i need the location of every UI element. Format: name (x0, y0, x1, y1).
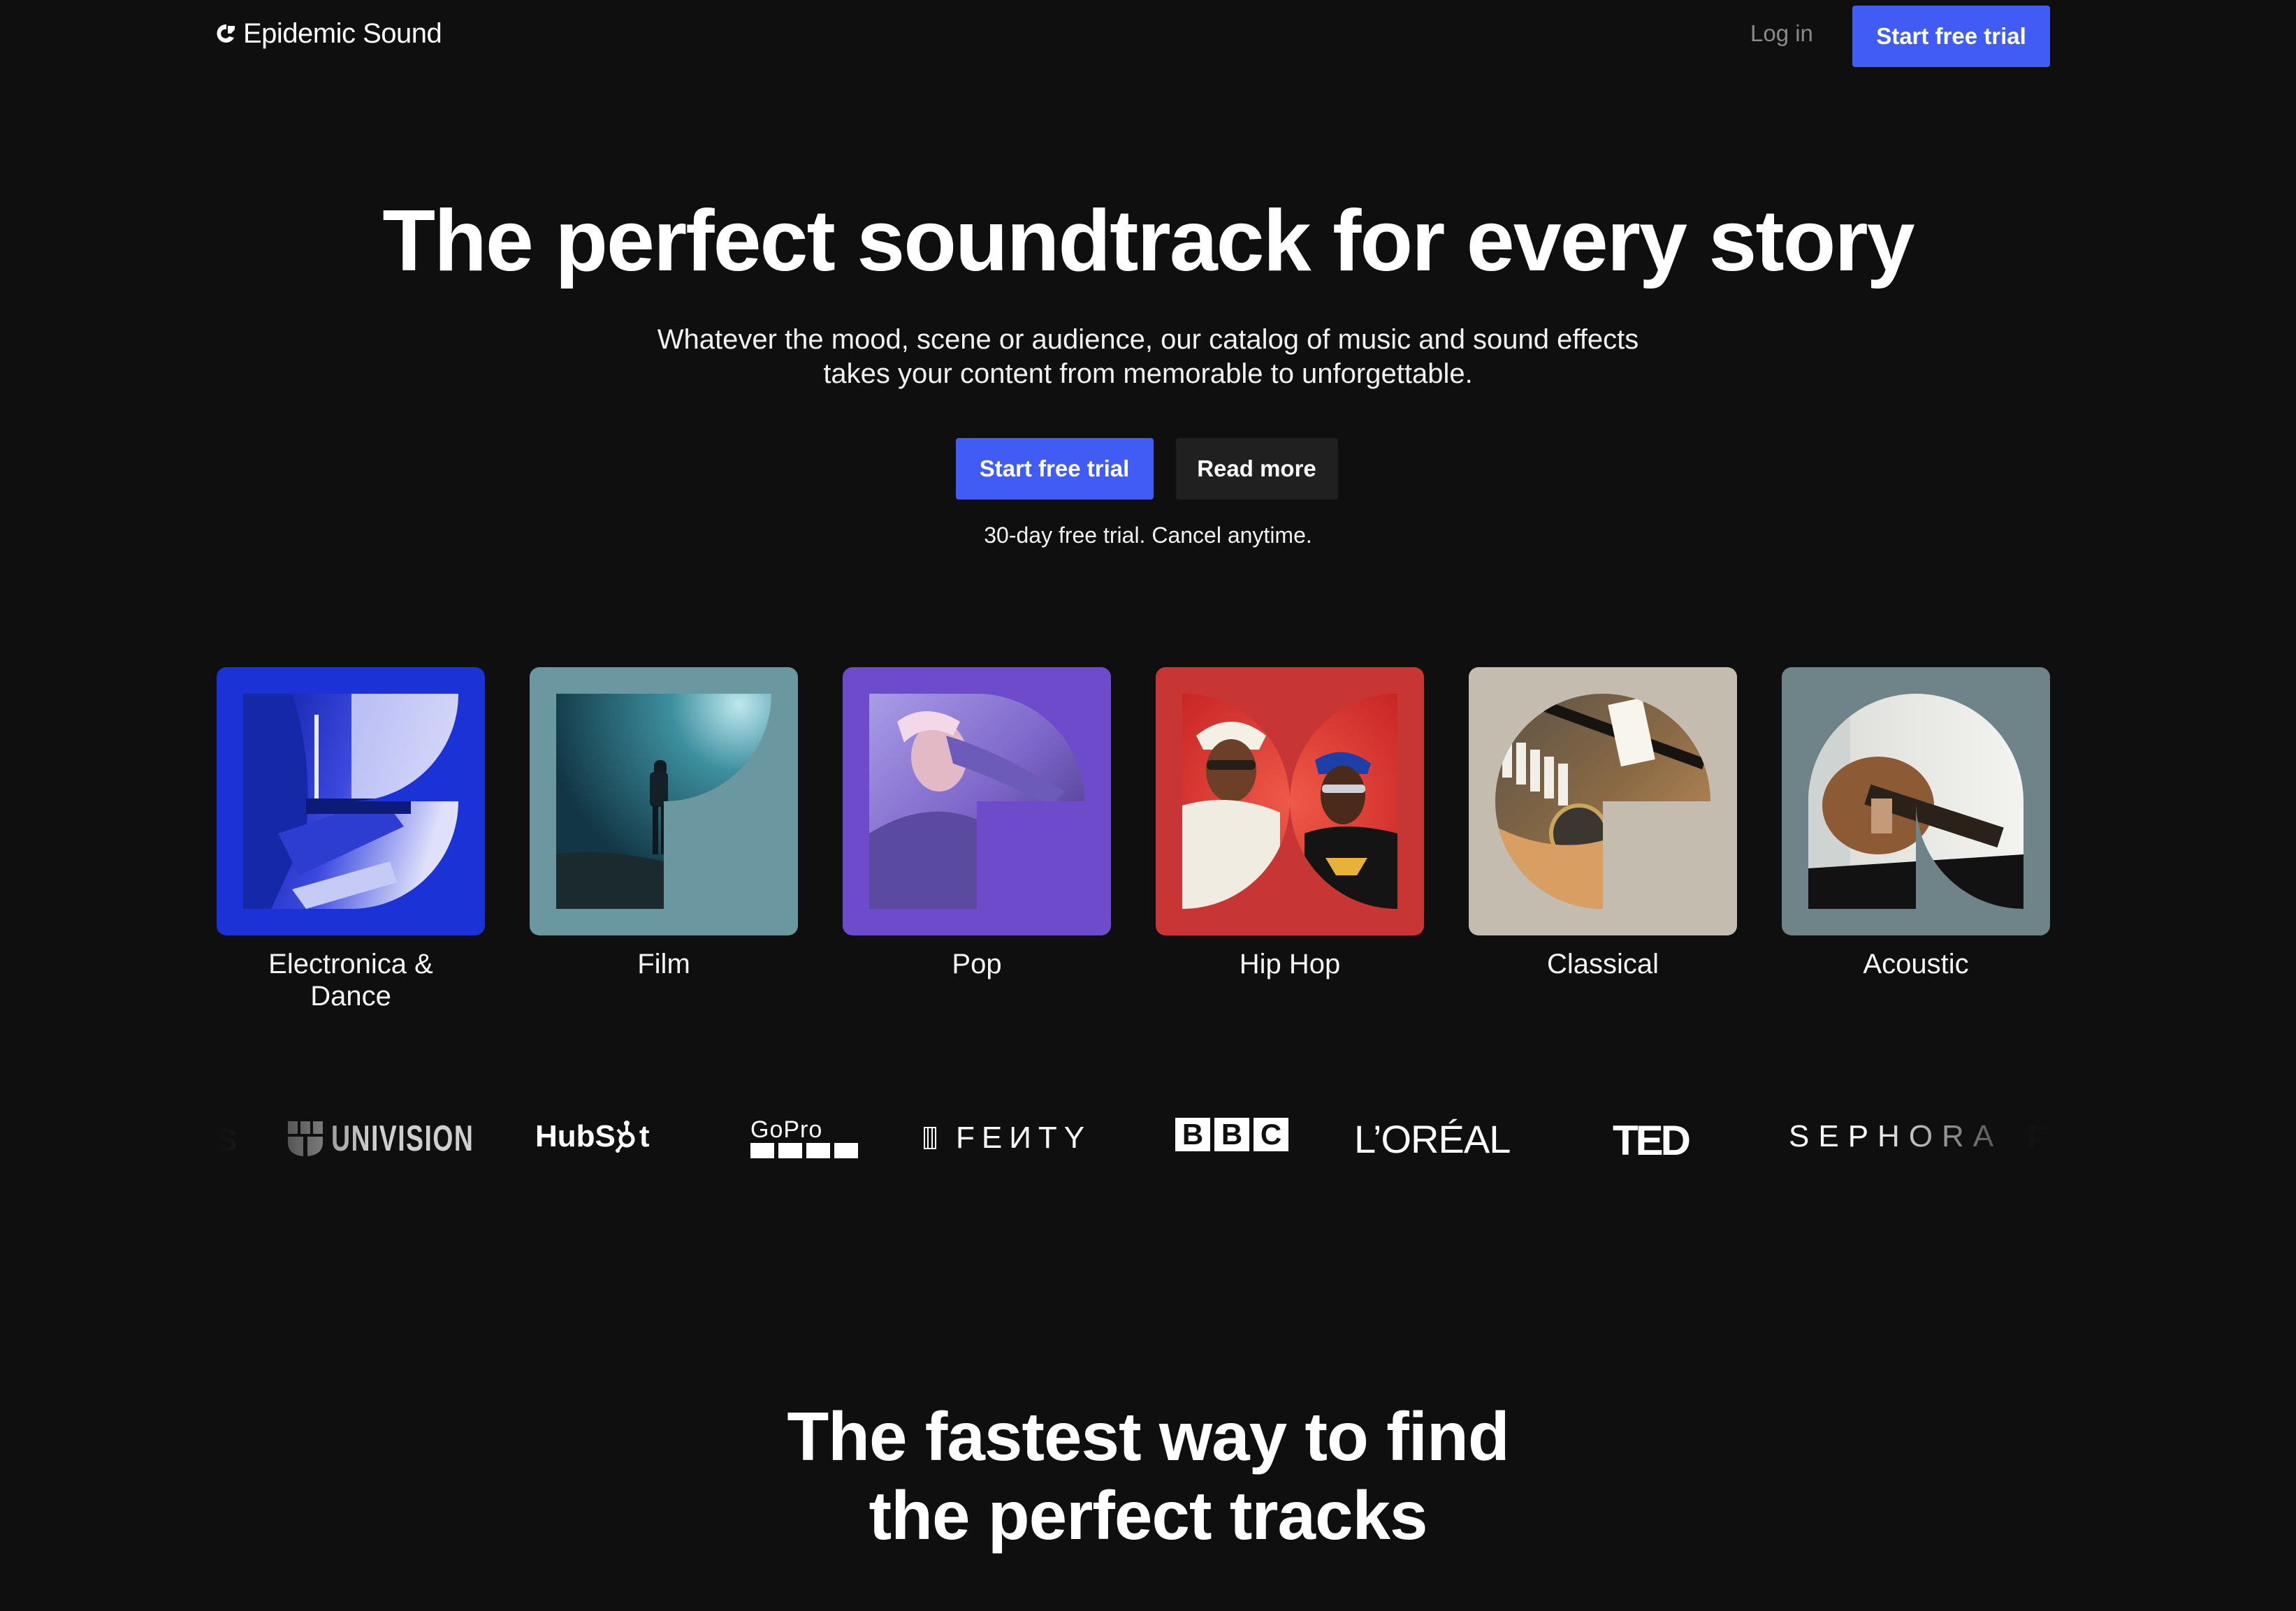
bbc-block-b2: B (1214, 1118, 1249, 1151)
genre-thumbnail (217, 667, 485, 935)
genre-label: Classical (1546, 949, 1659, 979)
sephora-logo: SEPHORA (1789, 1119, 2003, 1153)
hiker-night-image (556, 694, 771, 909)
brand-logo-link[interactable]: Epidemic Sound (215, 15, 442, 52)
hubspot-wordmark-a: HubS (535, 1119, 616, 1153)
section-title: The fastest way to find the perfect trac… (0, 1397, 2296, 1555)
ted-logo: TED (1613, 1117, 1691, 1164)
genre-label: Electronica & Dance (268, 949, 433, 1012)
piano-microphone-image (1495, 694, 1710, 909)
hero-actions: Start free trial Read more (0, 438, 2296, 500)
hero-start-free-trial-button[interactable]: Start free trial (955, 438, 1154, 500)
genre-label: Hip Hop (1239, 949, 1341, 979)
hiphop-artists-image (1182, 694, 1397, 909)
genre-thumbnail (1782, 667, 2050, 935)
univision-logo: UNIVISION (288, 1118, 530, 1160)
bbc-block-c: C (1254, 1118, 1288, 1151)
hero-subtitle-line-2: takes your content from memorable to unf… (823, 358, 1473, 389)
genre-card-electronica-dance[interactable]: Electronica & Dance (217, 667, 485, 1012)
genre-label: Film (637, 949, 690, 979)
gopro-blocks-icon (750, 1143, 858, 1158)
genre-card-acoustic[interactable]: Acoustic (1782, 667, 2050, 1012)
singer-sequins-image (869, 694, 1084, 909)
loreal-logo: L’ORÉAL (1354, 1117, 1511, 1161)
hubspot-wordmark-b: t (639, 1119, 650, 1153)
customer-logos-strip: S UNIVISION HubS t GoPro FEИTY B B C L’O… (217, 1104, 2053, 1171)
acoustic-guitar-image (1808, 694, 2023, 909)
genre-card-hip-hop[interactable]: Hip Hop (1156, 667, 1424, 1012)
hubspot-sprocket-icon (615, 1121, 635, 1153)
trial-note: 30-day free trial. Cancel anytime. (984, 523, 1312, 548)
gopro-wordmark: GoPro (750, 1116, 823, 1143)
musician-keyboard-image (243, 694, 458, 909)
univision-mark-icon (288, 1121, 323, 1156)
login-link[interactable]: Log in (1750, 15, 1813, 52)
genre-label: Pop (952, 949, 1002, 979)
section-title-line-2: the perfect tracks (869, 1477, 1427, 1554)
hero-title: The perfect soundtrack for every story (382, 193, 1914, 289)
top-nav: Epidemic Sound Log in Start free trial (0, 0, 2296, 70)
hero-subtitle-line-1: Whatever the mood, scene or audience, ou… (657, 324, 1639, 355)
epidemic-logo-icon (217, 24, 235, 43)
section-title-line-1: The fastest way to find (787, 1398, 1509, 1475)
hubspot-logo: HubS t (535, 1119, 650, 1154)
brand-name: Epidemic Sound (243, 18, 442, 49)
genre-thumbnail (843, 667, 1111, 935)
partial-logo-right: R (2026, 1118, 2053, 1159)
gopro-logo: GoPro (750, 1116, 858, 1158)
partial-logo-left: S (217, 1123, 238, 1158)
genre-card-film[interactable]: Film (530, 667, 798, 1012)
fenty-mark-icon (924, 1127, 936, 1149)
genre-card-classical[interactable]: Classical (1469, 667, 1737, 1012)
genre-card-pop[interactable]: Pop (843, 667, 1111, 1012)
fenty-logo: FEИTY (924, 1121, 1091, 1156)
fenty-wordmark: FEИTY (956, 1121, 1092, 1155)
bbc-block-b1: B (1175, 1118, 1210, 1151)
genre-label: Acoustic (1863, 949, 1969, 979)
genre-thumbnail (1156, 667, 1424, 935)
genre-list: Electronica & Dance Film Pop Hip Hop Cla… (217, 667, 2050, 1012)
bbc-logo: B B C (1175, 1118, 1288, 1151)
hero-subtitle: Whatever the mood, scene or audience, ou… (0, 323, 2296, 391)
nav-start-free-trial-button[interactable]: Start free trial (1852, 6, 2050, 67)
genre-thumbnail (530, 667, 798, 935)
genre-thumbnail (1469, 667, 1737, 935)
read-more-button[interactable]: Read more (1175, 438, 1338, 500)
univision-wordmark: UNIVISION (331, 1118, 474, 1159)
